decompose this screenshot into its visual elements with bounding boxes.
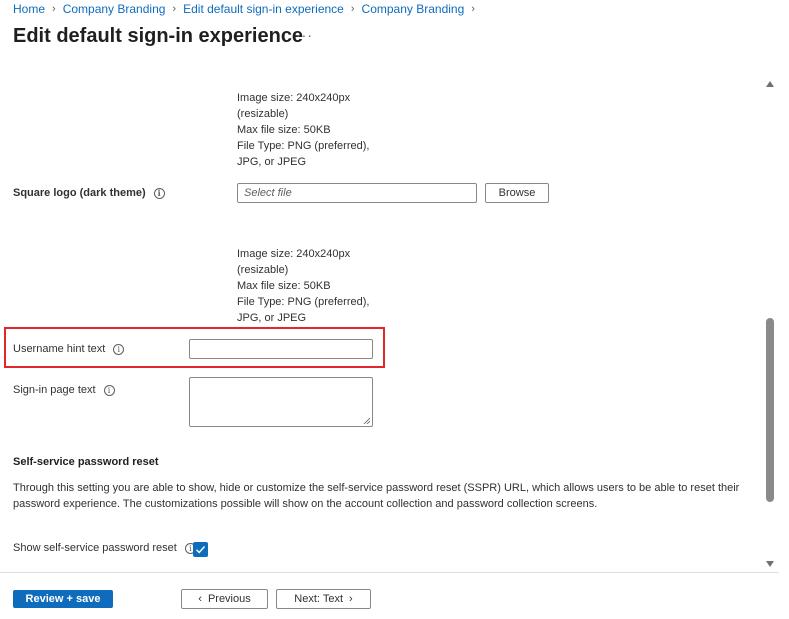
page-title: Edit default sign-in experience bbox=[13, 25, 304, 47]
breadcrumb-company-branding-2[interactable]: Company Branding bbox=[362, 2, 465, 16]
chevron-right-icon: › bbox=[349, 592, 353, 605]
image-size-text: Image size: 240x240px bbox=[237, 248, 351, 260]
breadcrumb: Home › Company Branding › Edit default s… bbox=[13, 2, 482, 16]
next-button-label: Next: Text bbox=[294, 593, 344, 605]
breadcrumb-home[interactable]: Home bbox=[13, 2, 45, 16]
resize-grip-icon[interactable] bbox=[363, 417, 370, 424]
image-size-text: Image size: 240x240px bbox=[237, 92, 351, 104]
image-requirements-2: Image size: 240x240px (resizable) Max fi… bbox=[237, 246, 377, 326]
breadcrumb-separator: › bbox=[52, 3, 56, 15]
breadcrumb-separator: › bbox=[172, 3, 177, 15]
file-type-text-2: JPG, or JPEG bbox=[237, 312, 307, 324]
checkmark-icon bbox=[196, 546, 206, 554]
browse-button[interactable]: Browse bbox=[485, 183, 549, 203]
chevron-left-icon: ‹ bbox=[198, 592, 202, 605]
sspr-section-title: Self-service password reset bbox=[13, 456, 159, 468]
breadcrumb-separator: › bbox=[350, 3, 355, 15]
more-options-icon[interactable]: ··· bbox=[296, 27, 313, 43]
breadcrumb-company-branding[interactable]: Company Branding bbox=[63, 2, 166, 16]
square-logo-dark-label: Square logo (dark theme) i bbox=[13, 187, 165, 199]
previous-button[interactable]: ‹ Previous bbox=[181, 589, 268, 609]
signin-page-text-label-text: Sign-in page text bbox=[13, 384, 96, 396]
file-type-text: File Type: PNG (preferred), bbox=[237, 140, 370, 152]
info-icon[interactable]: i bbox=[113, 343, 125, 355]
info-icon[interactable]: i bbox=[153, 187, 165, 199]
square-logo-dark-file-input[interactable]: Select file bbox=[237, 183, 477, 203]
breadcrumb-edit-default[interactable]: Edit default sign-in experience bbox=[183, 2, 344, 16]
max-file-size-text: Max file size: 50KB bbox=[237, 124, 331, 136]
show-sspr-label: Show self-service password reset i bbox=[13, 542, 196, 554]
next-button[interactable]: Next: Text › bbox=[276, 589, 371, 609]
image-requirements-1: Image size: 240x240px (resizable) Max fi… bbox=[237, 90, 377, 170]
max-file-size-text: Max file size: 50KB bbox=[237, 280, 331, 292]
username-hint-label: Username hint text i bbox=[13, 343, 125, 355]
file-type-text-2: JPG, or JPEG bbox=[237, 156, 307, 168]
username-hint-label-text: Username hint text bbox=[13, 343, 106, 355]
sspr-description: Through this setting you are able to sho… bbox=[13, 482, 740, 510]
scroll-down-arrow-icon[interactable] bbox=[766, 561, 774, 567]
scroll-up-arrow-icon[interactable] bbox=[766, 81, 774, 87]
resizable-text: (resizable) bbox=[237, 108, 289, 120]
footer-divider bbox=[0, 572, 779, 573]
signin-page-text-label: Sign-in page text i bbox=[13, 384, 115, 396]
square-logo-dark-label-text: Square logo (dark theme) bbox=[13, 187, 146, 199]
scrollbar-thumb[interactable] bbox=[766, 318, 774, 502]
breadcrumb-separator: › bbox=[471, 3, 475, 15]
info-icon[interactable]: i bbox=[103, 384, 115, 396]
file-type-text: File Type: PNG (preferred), bbox=[237, 296, 370, 308]
resizable-text: (resizable) bbox=[237, 264, 289, 276]
username-hint-input[interactable] bbox=[189, 339, 373, 359]
show-sspr-label-text: Show self-service password reset bbox=[13, 542, 177, 554]
review-save-button[interactable]: Review + save bbox=[13, 590, 113, 608]
signin-page-text-textarea[interactable] bbox=[189, 377, 373, 427]
show-sspr-checkbox[interactable] bbox=[193, 542, 208, 557]
previous-button-label: Previous bbox=[207, 593, 251, 605]
